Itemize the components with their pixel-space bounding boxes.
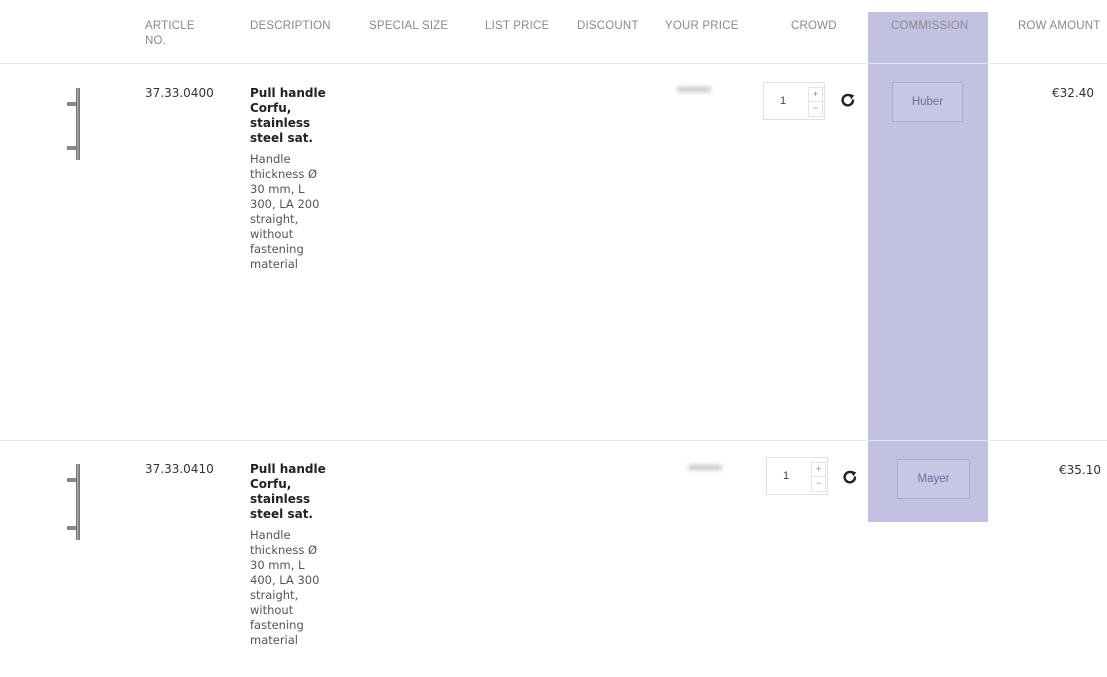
column-header-discount: DISCOUNT <box>577 20 639 32</box>
column-header-article-no: ARTICLE NO. <box>145 20 195 47</box>
commission-input[interactable]: Mayer <box>897 459 970 499</box>
column-header-row-amount: ROW AMOUNT <box>1018 20 1101 32</box>
column-header-crowd: CROWD <box>791 20 837 32</box>
product-description: Pull handle Corfu, stainless steel sat. … <box>250 86 332 272</box>
row-divider <box>0 440 1107 441</box>
your-price-blurred <box>677 87 711 92</box>
commission-input[interactable]: Huber <box>892 82 963 122</box>
pull-handle-icon <box>67 88 80 160</box>
quantity-decrease-button[interactable]: − <box>811 476 826 492</box>
column-header-commission: COMMISSION <box>891 20 969 32</box>
column-header-special-size: SPECIAL SIZE <box>369 20 449 32</box>
column-header-description: DESCRIPTION <box>250 20 331 32</box>
quantity-value[interactable]: 1 <box>764 83 802 119</box>
quantity-value[interactable]: 1 <box>767 458 805 494</box>
row-amount: €32.40 <box>1052 86 1094 100</box>
refresh-icon[interactable] <box>842 469 858 485</box>
article-number: 37.33.0400 <box>145 86 214 100</box>
refresh-icon[interactable] <box>840 92 856 108</box>
column-header-list-price: LIST PRICE <box>485 20 550 32</box>
article-number: 37.33.0410 <box>145 462 214 476</box>
column-header-your-price: YOUR PRICE <box>665 20 739 32</box>
product-detail: Handle thickness Ø 30 mm, L 400, LA 300 … <box>250 528 320 647</box>
quantity-stepper[interactable]: 1 + − <box>763 82 825 120</box>
quantity-stepper[interactable]: 1 + − <box>766 457 828 495</box>
product-description: Pull handle Corfu, stainless steel sat. … <box>250 462 332 648</box>
product-detail: Handle thickness Ø 30 mm, L 300, LA 200 … <box>250 152 320 271</box>
row-amount: €35.10 <box>1059 463 1101 477</box>
header-divider <box>0 63 1107 64</box>
pull-handle-icon <box>67 464 80 540</box>
your-price-blurred <box>688 465 722 470</box>
product-name[interactable]: Pull handle Corfu, stainless steel sat. <box>250 462 332 522</box>
quantity-decrease-button[interactable]: − <box>808 101 823 117</box>
product-name[interactable]: Pull handle Corfu, stainless steel sat. <box>250 86 332 146</box>
